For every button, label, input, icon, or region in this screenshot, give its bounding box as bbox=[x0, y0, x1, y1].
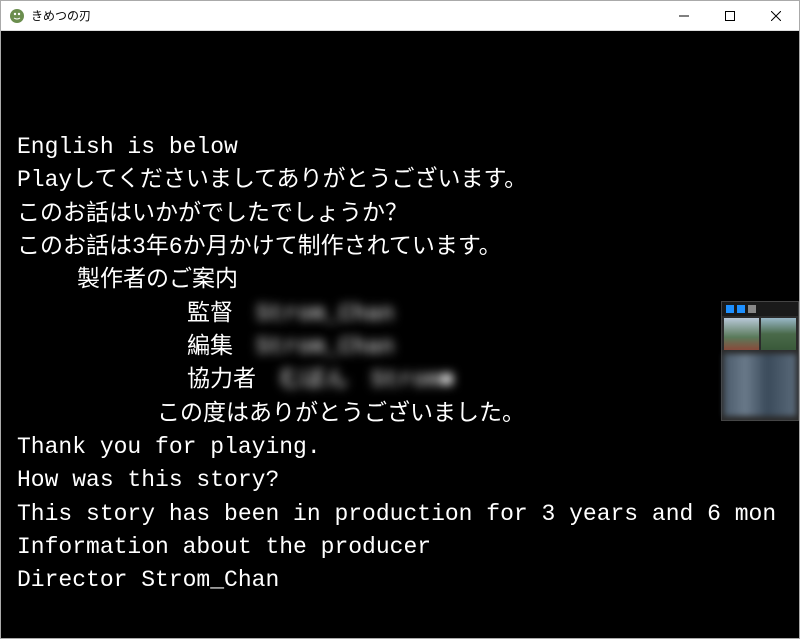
producer-heading: 製作者のご案内 bbox=[17, 264, 783, 297]
english-line: This story has been in production for 3 … bbox=[17, 498, 783, 531]
thumbnail-image[interactable] bbox=[761, 318, 796, 350]
collaborator-label: 協力者 bbox=[187, 367, 256, 393]
close-button[interactable] bbox=[753, 1, 799, 31]
director-row: 監督 Strom_Chan bbox=[17, 298, 783, 331]
thumbnail-image[interactable] bbox=[724, 318, 759, 350]
collaborator-name: むぼん Strom■ bbox=[279, 364, 454, 397]
game-credits-screen: English is below Playしてくださいましてありがとうございます… bbox=[1, 31, 799, 638]
director-name: Strom_Chan bbox=[256, 298, 394, 331]
thumbnail-image-wide[interactable] bbox=[724, 354, 796, 416]
thanks-line: この度はありがとうございました。 bbox=[17, 398, 783, 431]
overlay-header bbox=[722, 302, 798, 316]
overlay-header-icon bbox=[726, 305, 734, 313]
english-line: How was this story? bbox=[17, 464, 783, 497]
director-label: 監督 bbox=[187, 301, 233, 327]
window-title: きめつの刃 bbox=[31, 7, 661, 24]
app-window: きめつの刃 English is below Playしてくださいましてありがと… bbox=[0, 0, 800, 639]
overlay-header-icon bbox=[737, 305, 745, 313]
app-icon bbox=[9, 8, 25, 24]
window-controls bbox=[661, 1, 799, 30]
credit-line: このお話はいかがでしたでしょうか？ bbox=[17, 198, 783, 231]
maximize-button[interactable] bbox=[707, 1, 753, 31]
editor-label: 編集 bbox=[187, 334, 233, 360]
credit-line: Playしてくださいましてありがとうございます。 bbox=[17, 164, 783, 197]
titlebar[interactable]: きめつの刃 bbox=[1, 1, 799, 31]
english-line: Director Strom_Chan bbox=[17, 564, 783, 597]
editor-row: 編集 Strom_Chan bbox=[17, 331, 783, 364]
credit-line: このお話は3年6か月かけて制作されています。 bbox=[17, 231, 783, 264]
editor-name: Strom_Chan bbox=[256, 331, 394, 364]
minimize-button[interactable] bbox=[661, 1, 707, 31]
collaborator-row: 協力者 むぼん Strom■ bbox=[17, 364, 783, 397]
overlay-header-icon bbox=[748, 305, 756, 313]
thumbnail-overlay-panel[interactable] bbox=[721, 301, 799, 421]
english-line: Thank you for playing. bbox=[17, 431, 783, 464]
thumbnail-grid bbox=[722, 316, 798, 352]
english-line: Information about the producer bbox=[17, 531, 783, 564]
credit-line: English is below bbox=[17, 131, 783, 164]
